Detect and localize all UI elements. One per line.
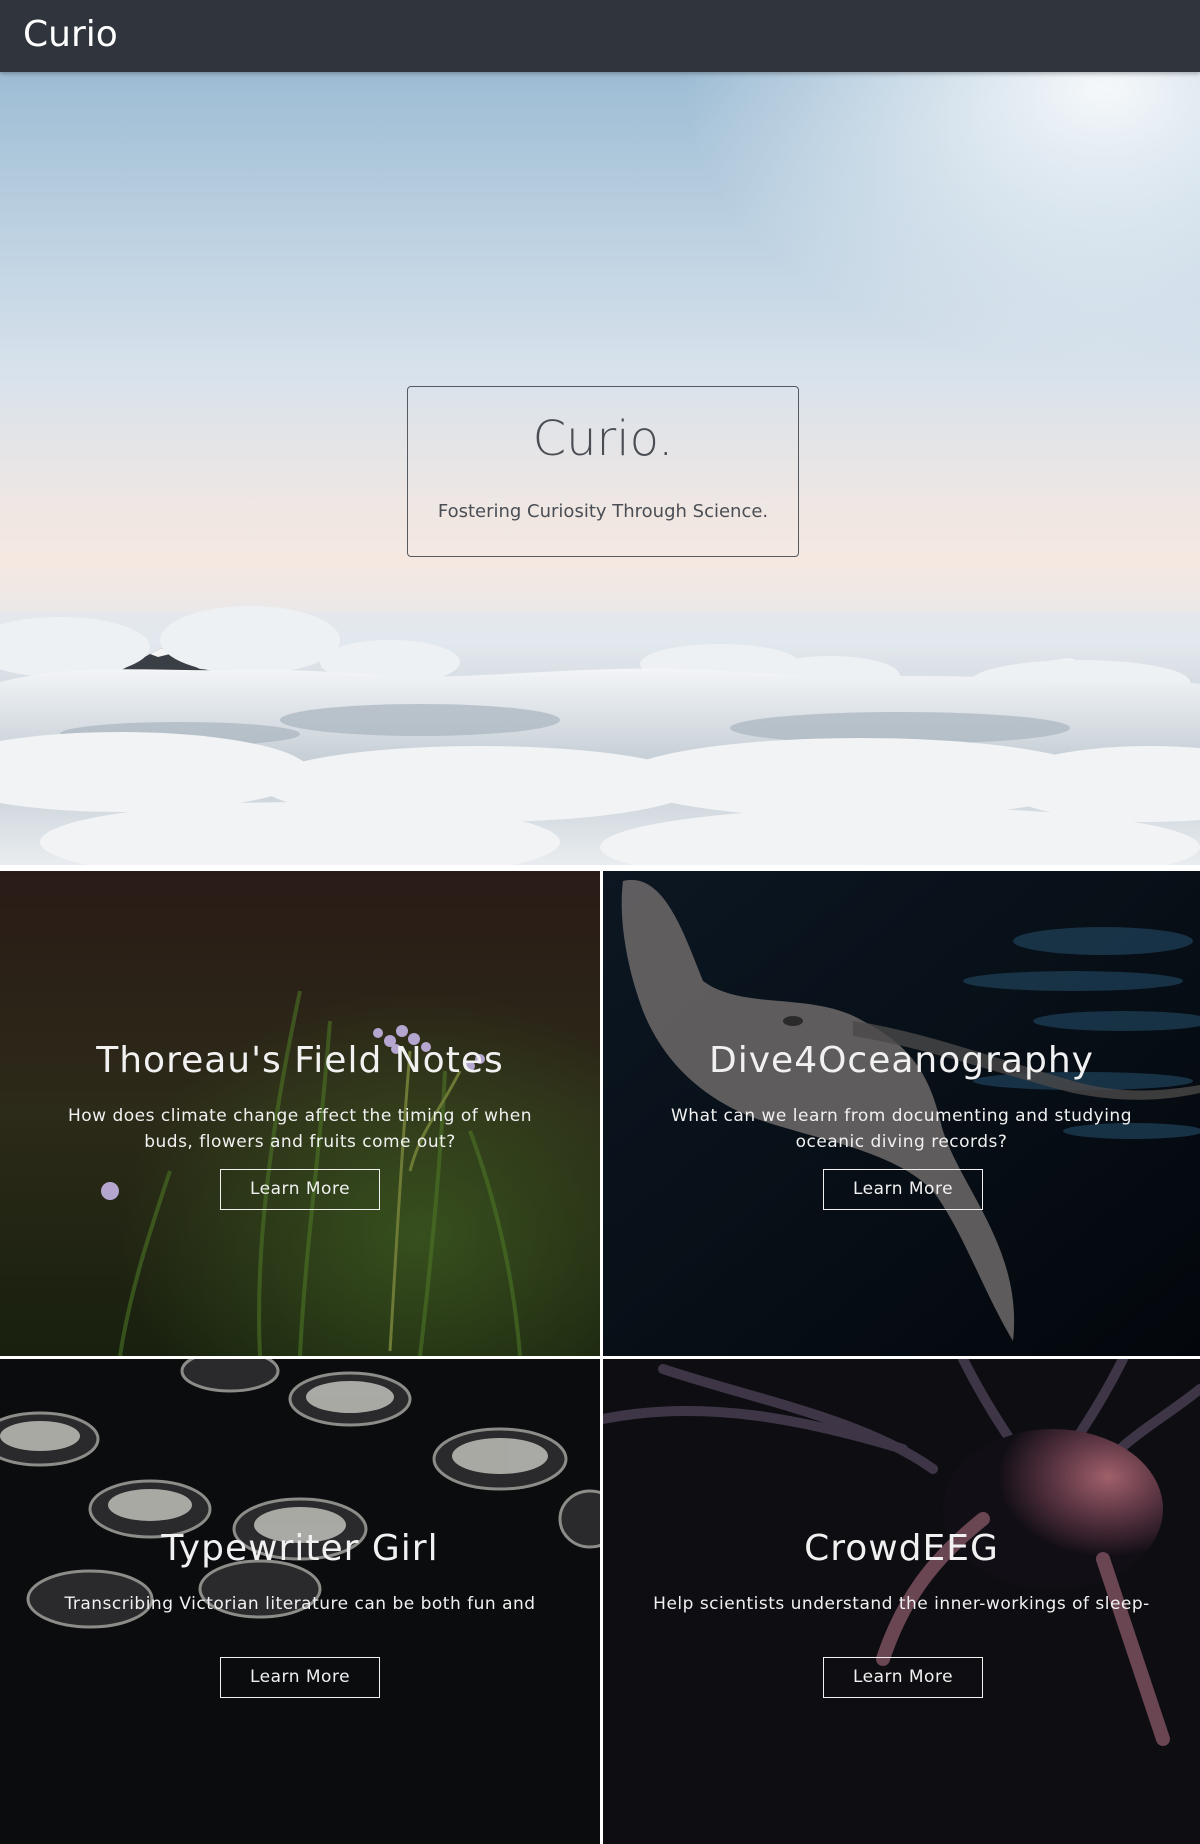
hero-banner-box: Curio. Fostering Curiosity Through Scien… — [407, 386, 799, 557]
card-description: Help scientists understand the inner-wor… — [653, 1594, 1150, 1614]
learn-more-button[interactable]: Learn More — [823, 1169, 983, 1210]
top-navbar: Curio — [0, 0, 1200, 72]
hero-tagline: Fostering Curiosity Through Science. — [437, 501, 769, 522]
project-card-crowdeeg: CrowdEEG Help scientists understand the … — [603, 1359, 1200, 1844]
learn-more-button[interactable]: Learn More — [823, 1657, 983, 1698]
project-card-thoreau: Thoreau's Field Notes How does climate c… — [0, 871, 600, 1356]
card-description: What can we learn from documenting and s… — [670, 1106, 1132, 1152]
card-description: How does climate change affect the timin… — [67, 1106, 533, 1152]
card-title: Typewriter Girl — [161, 1528, 439, 1569]
card-title: Dive4Oceanography — [709, 1040, 1094, 1081]
learn-more-button[interactable]: Learn More — [220, 1657, 380, 1698]
project-card-typewriter-girl: Typewriter Girl Transcribing Victorian l… — [0, 1359, 600, 1844]
card-description: Transcribing Victorian literature can be… — [64, 1594, 536, 1614]
project-card-dive4oceanography: Dive4Oceanography What can we learn from… — [603, 871, 1200, 1356]
hero-title: Curio. — [532, 411, 674, 467]
card-title: CrowdEEG — [804, 1528, 999, 1569]
hero-section: Curio. Fostering Curiosity Through Scien… — [0, 72, 1200, 865]
card-title: Thoreau's Field Notes — [96, 1040, 504, 1081]
brand-link[interactable]: Curio — [23, 12, 118, 58]
learn-more-button[interactable]: Learn More — [220, 1169, 380, 1210]
